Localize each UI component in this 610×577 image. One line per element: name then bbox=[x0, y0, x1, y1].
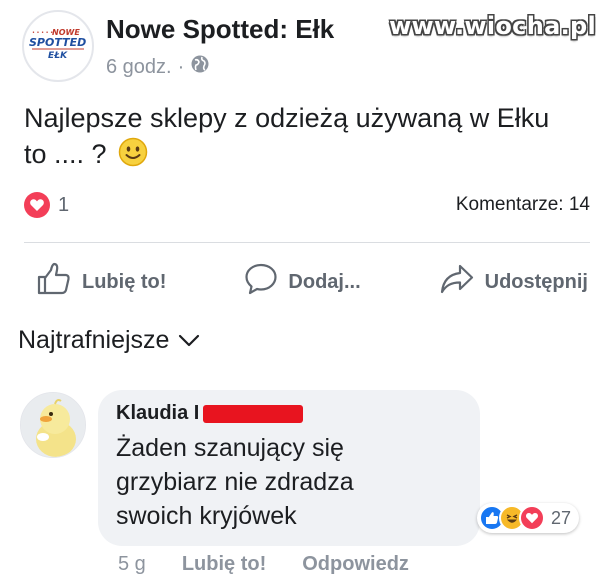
comment-reactions[interactable]: 27 bbox=[477, 503, 580, 533]
comment-sort-dropdown[interactable]: Najtrafniejsze bbox=[18, 326, 201, 355]
comment-text-line2: grzybiarz nie zdradza bbox=[116, 468, 354, 496]
like-button-label: Lubię to! bbox=[82, 270, 167, 293]
comment-bubble: Klaudia I Żaden szanujący się grzybiarz … bbox=[98, 390, 480, 546]
meta-separator: · bbox=[177, 55, 185, 78]
logo-line3: EŁK bbox=[48, 51, 68, 61]
post-text-line1: Najlepsze sklepy z odzieżą używaną w Ełk… bbox=[24, 103, 550, 133]
like-button[interactable]: Lubię to! bbox=[36, 262, 166, 302]
commenter-avatar[interactable] bbox=[20, 392, 86, 458]
love-reaction-icon bbox=[24, 192, 50, 218]
chevron-down-icon bbox=[169, 326, 201, 355]
post-header: • • • • • NOWE SPOTTED EŁK Nowe Spotted:… bbox=[22, 10, 334, 82]
thumbs-up-icon bbox=[36, 262, 82, 302]
watermark: www.wiocha.pl bbox=[389, 12, 596, 40]
comment-text-line1: Żaden szanujący się bbox=[116, 434, 344, 462]
comment-text: Żaden szanujący się grzybiarz nie zdradz… bbox=[116, 431, 462, 533]
page-name[interactable]: Nowe Spotted: Ełk bbox=[106, 14, 334, 44]
post-time[interactable]: 6 godz. bbox=[106, 56, 172, 79]
love-reaction-icon bbox=[519, 505, 545, 531]
globe-icon bbox=[190, 54, 210, 80]
reaction-summary[interactable]: 1 bbox=[24, 192, 69, 218]
comment-footer: 5 g Lubię to! Odpowiedz bbox=[118, 553, 445, 576]
page-avatar[interactable]: • • • • • NOWE SPOTTED EŁK bbox=[22, 10, 94, 82]
comment-like-button[interactable]: Lubię to! bbox=[182, 553, 266, 576]
sort-label: Najtrafniejsze bbox=[18, 326, 170, 354]
smiley-emoji-icon bbox=[118, 137, 148, 176]
comment-time[interactable]: 5 g bbox=[118, 553, 146, 576]
post-text-line2: to .... ? bbox=[24, 139, 107, 169]
comment-reply-button[interactable]: Odpowiedz bbox=[302, 553, 409, 576]
post-actions: Lubię to! Dodaj... Udostępnij bbox=[36, 262, 588, 302]
comment-reaction-count: 27 bbox=[551, 507, 572, 528]
share-arrow-icon bbox=[439, 262, 485, 302]
post-text: Najlepsze sklepy z odzieżą używaną w Ełk… bbox=[24, 100, 564, 176]
comment-text-line3: swoich kryjówek bbox=[116, 502, 297, 530]
reaction-count: 1 bbox=[58, 193, 70, 216]
comment-button[interactable]: Dodaj... bbox=[244, 262, 361, 302]
comment-count-link[interactable]: Komentarze: 14 bbox=[456, 194, 590, 216]
divider bbox=[24, 242, 590, 243]
post-stats: 1 Komentarze: 14 bbox=[24, 192, 590, 218]
comment-button-label: Dodaj... bbox=[288, 270, 361, 293]
logo-line2: SPOTTED bbox=[29, 36, 86, 49]
post-meta: 6 godz. · bbox=[106, 54, 334, 80]
comment-author[interactable]: Klaudia I bbox=[116, 402, 199, 425]
spotted-logo-icon: • • • • • NOWE SPOTTED EŁK bbox=[29, 28, 86, 61]
redaction-bar bbox=[203, 404, 304, 423]
share-button-label: Udostępnij bbox=[484, 270, 588, 293]
comment-bubble-icon bbox=[244, 262, 288, 302]
duck-avatar-icon bbox=[21, 393, 85, 457]
share-button[interactable]: Udostępnij bbox=[439, 262, 588, 302]
